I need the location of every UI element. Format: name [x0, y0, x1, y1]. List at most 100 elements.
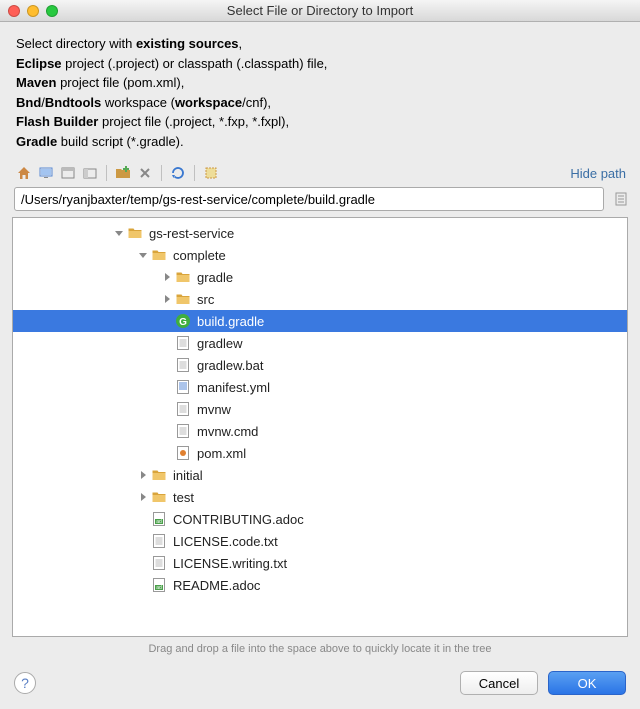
tree-folder[interactable]: gs-rest-service	[13, 222, 627, 244]
hide-path-link[interactable]: Hide path	[570, 166, 630, 181]
new-folder-icon[interactable]	[113, 163, 133, 183]
tree-folder[interactable]: complete	[13, 244, 627, 266]
tree-folder[interactable]: initial	[13, 464, 627, 486]
svg-text:ad: ad	[156, 585, 162, 591]
desktop-icon[interactable]	[36, 163, 56, 183]
disclosure-triangle-icon	[137, 557, 149, 569]
tree-item-label: initial	[173, 468, 203, 483]
toolbar-separator	[161, 165, 162, 181]
toolbar: Hide path	[0, 159, 640, 187]
instr-l1-suffix: ,	[239, 36, 243, 51]
instr-l4-b1: Bnd	[16, 95, 41, 110]
tree-item-label: LICENSE.code.txt	[173, 534, 278, 549]
tree-item-label: LICENSE.writing.txt	[173, 556, 287, 571]
instr-l6-bold: Gradle	[16, 134, 57, 149]
instr-l4-rest: /cnf),	[242, 95, 271, 110]
instr-l1-bold: existing sources	[136, 36, 239, 51]
home-icon[interactable]	[14, 163, 34, 183]
file-icon	[175, 423, 191, 439]
svg-text:G: G	[179, 317, 187, 328]
file-icon	[151, 555, 167, 571]
instr-l6-rest: build script (*.gradle).	[57, 134, 183, 149]
tree-folder[interactable]: src	[13, 288, 627, 310]
help-button[interactable]: ?	[14, 672, 36, 694]
tree-file[interactable]: mvnw	[13, 398, 627, 420]
tree-item-label: gs-rest-service	[149, 226, 234, 241]
disclosure-triangle-icon	[161, 403, 173, 415]
disclosure-triangle-icon	[161, 381, 173, 393]
folder-icon	[151, 467, 167, 483]
folder-icon	[151, 247, 167, 263]
instr-l2-rest: project (.project) or classpath (.classp…	[62, 56, 328, 71]
disclosure-triangle-icon	[161, 425, 173, 437]
project-icon[interactable]	[58, 163, 78, 183]
gradle-icon: G	[175, 313, 191, 329]
disclosure-triangle-icon	[137, 579, 149, 591]
disclosure-triangle-icon[interactable]	[137, 469, 149, 481]
history-icon[interactable]	[612, 189, 630, 209]
tree-item-label: src	[197, 292, 214, 307]
dialog-footer: ? Cancel OK	[0, 663, 640, 709]
adoc-icon: ad	[151, 577, 167, 593]
tree-item-label: pom.xml	[197, 446, 246, 461]
tree-folder[interactable]: gradle	[13, 266, 627, 288]
disclosure-triangle-icon	[161, 315, 173, 327]
tree-file[interactable]: ad CONTRIBUTING.adoc	[13, 508, 627, 530]
module-icon[interactable]	[80, 163, 100, 183]
tree-file[interactable]: gradlew.bat	[13, 354, 627, 376]
disclosure-triangle-icon[interactable]	[161, 271, 173, 283]
delete-icon[interactable]	[135, 163, 155, 183]
disclosure-triangle-icon[interactable]	[137, 491, 149, 503]
disclosure-triangle-icon[interactable]	[113, 227, 125, 239]
zoom-window-button[interactable]	[46, 5, 58, 17]
tree-file[interactable]: LICENSE.code.txt	[13, 530, 627, 552]
adoc-icon: ad	[151, 511, 167, 527]
tree-folder[interactable]: test	[13, 486, 627, 508]
disclosure-triangle-icon	[137, 513, 149, 525]
file-tree[interactable]: gs-rest-service complete gradle src Gbuild.g…	[12, 217, 628, 637]
show-hidden-icon[interactable]	[201, 163, 221, 183]
tree-item-label: manifest.yml	[197, 380, 270, 395]
window-title: Select File or Directory to Import	[0, 3, 640, 18]
instr-l2-bold: Eclipse	[16, 56, 62, 71]
refresh-icon[interactable]	[168, 163, 188, 183]
folder-icon	[151, 489, 167, 505]
file-icon	[151, 533, 167, 549]
tree-item-label: gradle	[197, 270, 233, 285]
path-input[interactable]	[14, 187, 604, 211]
tree-item-label: test	[173, 490, 194, 505]
tree-file[interactable]: pom.xml	[13, 442, 627, 464]
tree-item-label: README.adoc	[173, 578, 260, 593]
instr-l3-bold: Maven	[16, 75, 56, 90]
tree-file[interactable]: gradlew	[13, 332, 627, 354]
disclosure-triangle-icon	[161, 337, 173, 349]
tree-file[interactable]: manifest.yml	[13, 376, 627, 398]
tree-item-label: gradlew.bat	[197, 358, 264, 373]
folder-icon	[175, 269, 191, 285]
disclosure-triangle-icon	[161, 359, 173, 371]
instr-l5-rest: project file (.project, *.fxp, *.fxpl),	[98, 114, 289, 129]
disclosure-triangle-icon	[137, 535, 149, 547]
folder-icon	[175, 291, 191, 307]
tree-file[interactable]: mvnw.cmd	[13, 420, 627, 442]
tree-file[interactable]: LICENSE.writing.txt	[13, 552, 627, 574]
close-window-button[interactable]	[8, 5, 20, 17]
instr-l1-prefix: Select directory with	[16, 36, 136, 51]
file-icon	[175, 335, 191, 351]
xml-icon	[175, 445, 191, 461]
disclosure-triangle-icon[interactable]	[161, 293, 173, 305]
instr-l5-bold: Flash Builder	[16, 114, 98, 129]
drop-hint: Drag and drop a file into the space abov…	[0, 637, 640, 663]
tree-file[interactable]: Gbuild.gradle	[13, 310, 627, 332]
ok-button[interactable]: OK	[548, 671, 626, 695]
minimize-window-button[interactable]	[27, 5, 39, 17]
titlebar: Select File or Directory to Import	[0, 0, 640, 22]
tree-item-label: mvnw.cmd	[197, 424, 258, 439]
tree-file[interactable]: ad README.adoc	[13, 574, 627, 596]
cancel-button[interactable]: Cancel	[460, 671, 538, 695]
tree-item-label: CONTRIBUTING.adoc	[173, 512, 304, 527]
folder-icon	[127, 225, 143, 241]
tree-item-label: complete	[173, 248, 226, 263]
path-row	[0, 187, 640, 217]
disclosure-triangle-icon[interactable]	[137, 249, 149, 261]
